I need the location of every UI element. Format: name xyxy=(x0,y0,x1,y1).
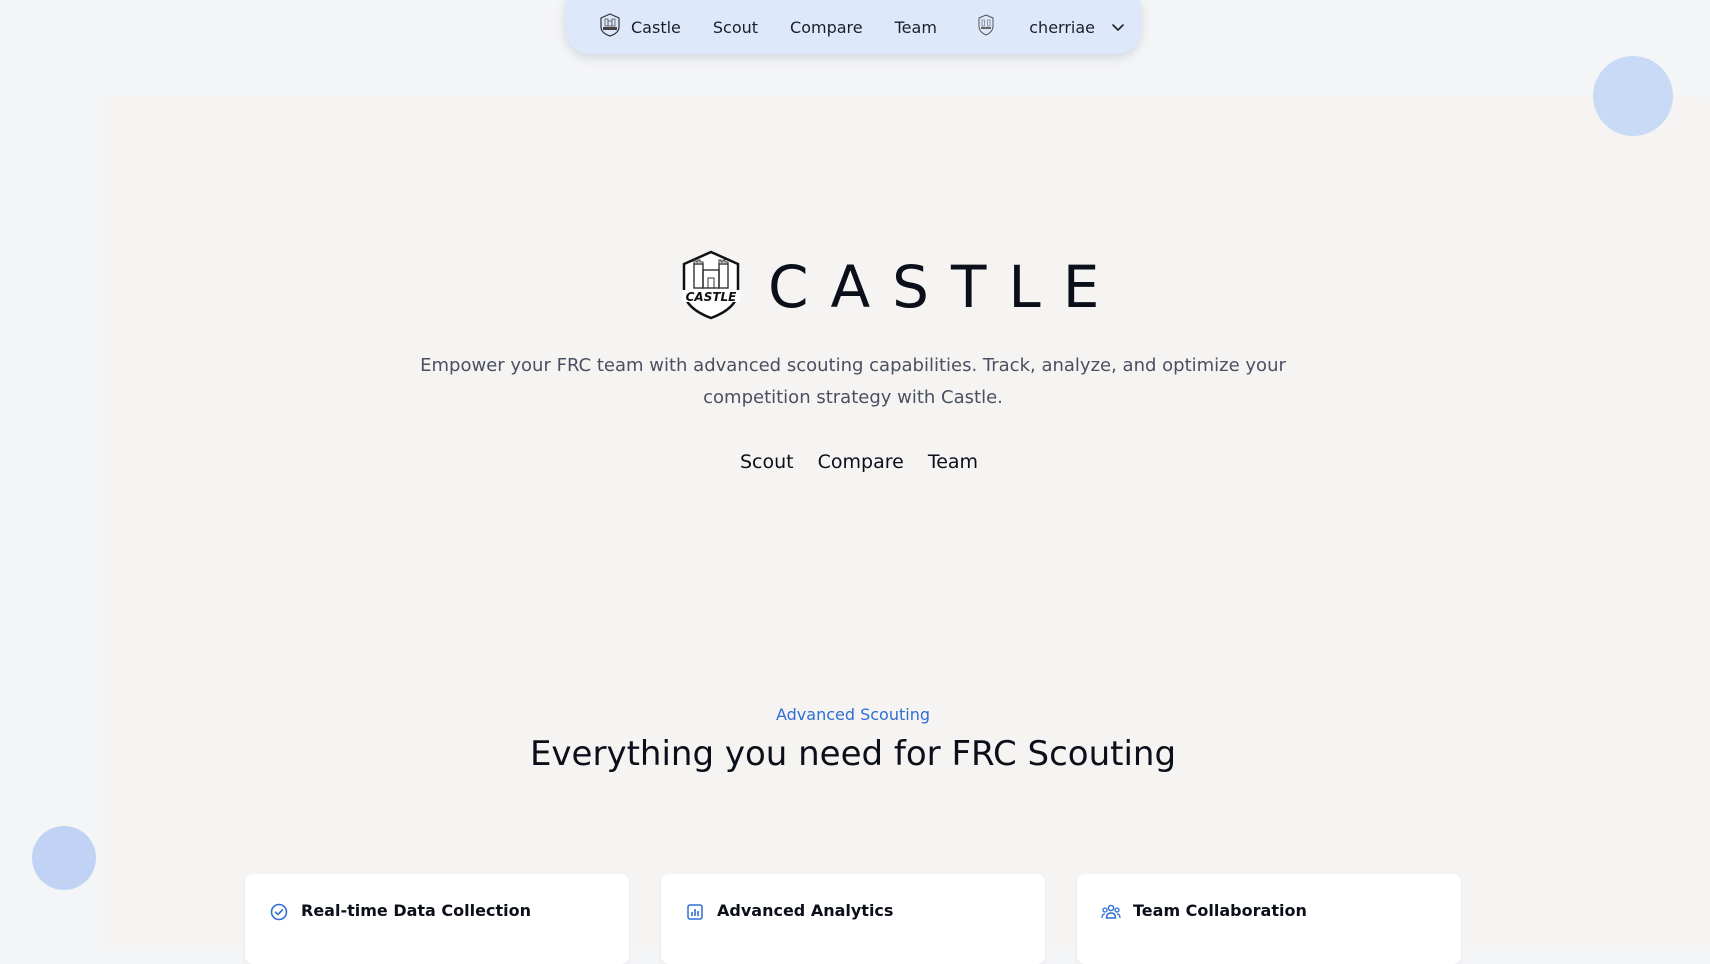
nav-brand-link[interactable]: Castle xyxy=(599,13,681,41)
castle-shield-logo-icon: CASTLE xyxy=(680,250,742,324)
logo-wordmark: CASTLE xyxy=(686,290,738,304)
decorative-circle-bottom-left xyxy=(32,826,96,890)
user-avatar-icon xyxy=(977,14,995,40)
nav-brand-label: Castle xyxy=(631,17,681,37)
feature-card-analytics: Advanced Analytics xyxy=(661,874,1045,964)
hero-link-scout[interactable]: Scout xyxy=(740,451,794,473)
users-icon xyxy=(1101,902,1121,922)
feature-card-title: Advanced Analytics xyxy=(717,901,894,920)
feature-card-title: Team Collaboration xyxy=(1133,901,1307,920)
nav-links: Scout Compare Team xyxy=(713,18,937,37)
hero-description: Empower your FRC team with advanced scou… xyxy=(420,355,1286,408)
top-navbar: Castle Scout Compare Team cherriae xyxy=(565,0,1141,54)
main-panel xyxy=(98,96,1710,947)
hero-title: CASTLE xyxy=(768,253,1122,321)
chevron-down-icon xyxy=(1111,20,1125,34)
nav-link-compare[interactable]: Compare xyxy=(790,18,863,37)
hero-link-team[interactable]: Team xyxy=(928,451,978,473)
feature-card-collaboration: Team Collaboration xyxy=(1077,874,1461,964)
castle-logo-icon xyxy=(599,13,621,41)
username-label: cherriae xyxy=(1029,17,1095,37)
hero-links: Scout Compare Team xyxy=(740,451,978,473)
user-menu-button[interactable]: cherriae xyxy=(977,14,1125,40)
features-title: Everything you need for FRC Scouting xyxy=(529,734,1177,774)
check-circle-icon xyxy=(269,902,289,922)
hero-brand: CASTLE CASTLE xyxy=(680,250,1121,324)
bar-chart-icon xyxy=(685,902,705,922)
nav-link-team[interactable]: Team xyxy=(895,18,937,37)
feature-card-realtime: Real-time Data Collection xyxy=(245,874,629,964)
feature-card-title: Real-time Data Collection xyxy=(301,901,531,920)
nav-link-scout[interactable]: Scout xyxy=(713,18,758,37)
hero-link-compare[interactable]: Compare xyxy=(818,451,904,473)
decorative-circle-top-right xyxy=(1593,56,1673,136)
features-eyebrow: Advanced Scouting xyxy=(775,705,930,724)
